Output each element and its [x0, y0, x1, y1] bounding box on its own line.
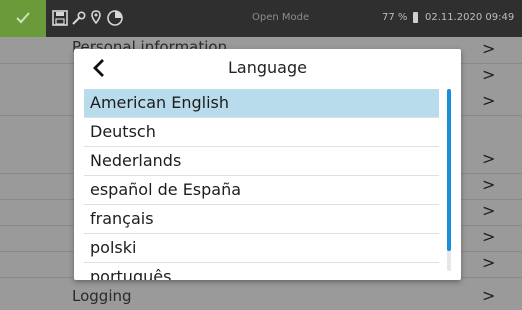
chevron-right-icon: >: [482, 149, 496, 168]
language-item-francais[interactable]: français: [84, 205, 439, 234]
dialog-title: Language: [228, 58, 307, 77]
language-dialog: Language American English Deutsch Nederl…: [74, 49, 461, 280]
chevron-right-icon: >: [482, 253, 496, 272]
chevron-right-icon: >: [482, 286, 496, 305]
check-icon: [16, 12, 30, 24]
chevron-right-icon: >: [482, 227, 496, 246]
chevron-right-icon: >: [482, 91, 496, 110]
language-item-espanol[interactable]: español de España: [84, 176, 439, 205]
chevron-right-icon: >: [482, 65, 496, 84]
language-item-polski[interactable]: polski: [84, 234, 439, 263]
save-icon[interactable]: [52, 9, 68, 27]
status-ok-indicator[interactable]: [0, 0, 46, 37]
language-item-american-english[interactable]: American English: [84, 89, 439, 118]
language-item-portugues[interactable]: português: [84, 263, 439, 280]
status-bar: Open Mode 77 % 02.11.2020 09:49: [0, 0, 522, 37]
chevron-right-icon: >: [482, 175, 496, 194]
language-list[interactable]: American English Deutsch Nederlands espa…: [84, 89, 439, 280]
language-item-deutsch[interactable]: Deutsch: [84, 118, 439, 147]
location-pin-icon[interactable]: [90, 9, 102, 27]
scrollbar-thumb[interactable]: [447, 89, 451, 251]
menu-row-logging[interactable]: Logging >: [0, 284, 522, 310]
chevron-right-icon: >: [482, 201, 496, 220]
menu-row-label: Logging: [72, 287, 132, 305]
clock-icon[interactable]: [106, 9, 124, 27]
battery-percent: 77 %: [382, 12, 408, 23]
wrench-icon[interactable]: [70, 9, 86, 27]
chevron-right-icon: >: [482, 39, 496, 58]
mode-label: Open Mode: [252, 12, 310, 23]
battery-icon: [413, 12, 418, 23]
language-item-nederlands[interactable]: Nederlands: [84, 147, 439, 176]
datetime: 02.11.2020 09:49: [425, 12, 515, 23]
